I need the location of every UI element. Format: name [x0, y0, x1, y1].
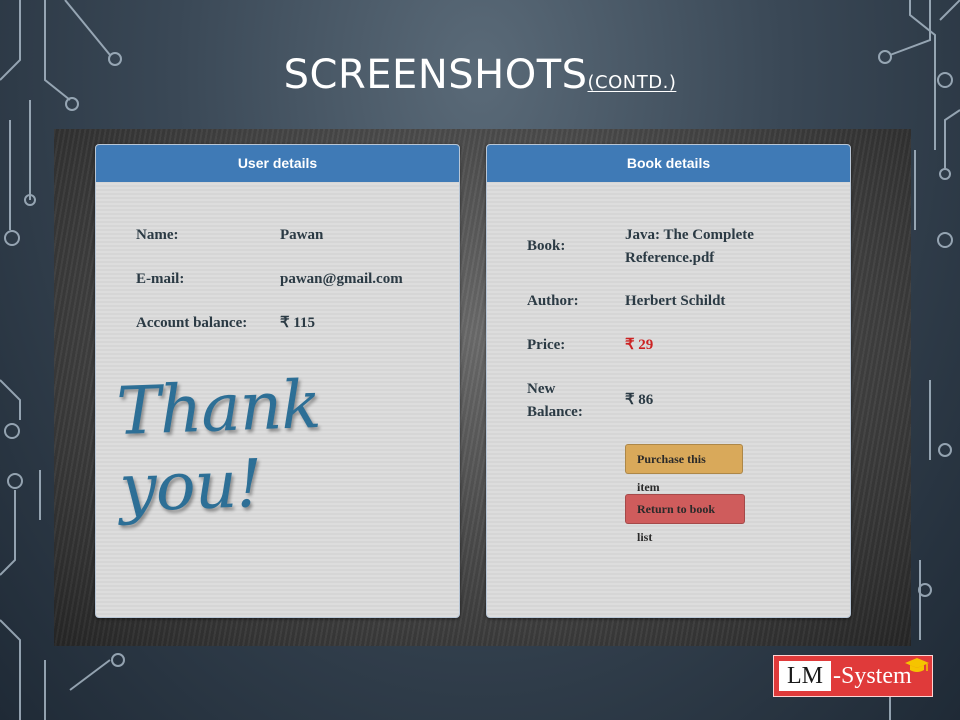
email-label: E-mail:	[136, 271, 185, 287]
author-label: Author:	[527, 293, 579, 309]
name-value: Pawan	[280, 227, 324, 243]
price-value: ₹ 29	[625, 337, 654, 353]
new-balance-value: ₹ 86	[625, 392, 654, 408]
price-label: Price:	[527, 337, 566, 353]
purchase-button[interactable]: Purchase this item	[625, 444, 743, 494]
new-balance-label-line2: Balance:	[527, 404, 583, 420]
logo-lm-text: LM	[779, 661, 831, 691]
logo-system-text: -System	[833, 663, 912, 689]
balance-value: ₹ 115	[280, 315, 315, 331]
slide-title: SCREENSHOTS(CONTD.)	[0, 52, 960, 98]
email-value: pawan@gmail.com	[280, 271, 403, 287]
book-details-header: Book details	[487, 145, 850, 182]
slide-title-suffix: (CONTD.)	[587, 72, 677, 93]
user-details-panel: User details Name: Pawan E-mail: pawan@g…	[95, 144, 460, 618]
book-title-line1: Java: The Complete	[625, 227, 754, 243]
balance-label: Account balance:	[136, 315, 248, 331]
app-screenshot: User details Name: Pawan E-mail: pawan@g…	[54, 129, 911, 646]
return-to-book-list-button[interactable]: Return to book list	[625, 494, 745, 544]
new-balance-label-line1: New	[527, 381, 556, 397]
name-label: Name:	[136, 227, 179, 243]
slide-title-main: SCREENSHOTS	[283, 52, 588, 98]
lm-system-logo: LM -System	[773, 655, 933, 697]
thank-you-message: Thank you!	[115, 365, 322, 527]
graduation-cap-icon	[905, 658, 929, 672]
user-details-header: User details	[96, 145, 459, 182]
book-details-panel: Book details Book: Java: The Complete Re…	[486, 144, 851, 618]
book-label: Book:	[527, 238, 566, 254]
author-value: Herbert Schildt	[625, 293, 726, 309]
book-title-line2: Reference.pdf	[625, 250, 715, 266]
